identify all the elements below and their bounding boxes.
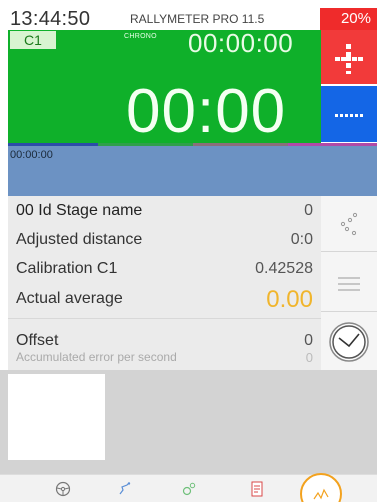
- tab-route[interactable]: [100, 475, 150, 502]
- offset-label: Offset: [16, 332, 59, 349]
- clock-icon: [329, 322, 369, 362]
- menu-lines-icon: [338, 277, 360, 290]
- graph-icon: [313, 488, 329, 500]
- list-button[interactable]: [321, 256, 377, 312]
- chrono-time-big: 00:00: [126, 77, 287, 146]
- calibration-row[interactable]: Calibration C1 0.42528: [8, 254, 321, 283]
- crosshair-dots-icon: [335, 44, 363, 74]
- adjusted-distance-value: 0:0: [290, 231, 313, 248]
- adjusted-distance-row[interactable]: Adjusted distance 0:0: [8, 225, 321, 254]
- tab-steering[interactable]: [38, 475, 88, 502]
- route-icon: [119, 482, 131, 495]
- tab-settings[interactable]: [164, 475, 214, 502]
- counter-badge[interactable]: C1: [10, 31, 56, 49]
- current-clock: 13:44:50: [10, 8, 91, 30]
- graph-time: 00:00:00: [10, 149, 53, 161]
- actual-average-row[interactable]: Actual average 0.00: [8, 283, 321, 319]
- ellipsis-button[interactable]: [321, 86, 377, 142]
- steering-wheel-icon: [55, 481, 71, 497]
- accumulated-error-label: Accumulated error per second: [16, 350, 177, 364]
- offset-row[interactable]: Offset 0 Accumulated error per second 0: [8, 330, 321, 370]
- stage-row[interactable]: 00 Id Stage name 0: [8, 196, 321, 225]
- chrono-label: CHRONO: [124, 33, 157, 40]
- chrono-time-small: 00:00:00: [188, 28, 294, 58]
- side-tool-column: [321, 196, 377, 370]
- status-header: 13:44:50 RALLYMETER PRO 11.5: [0, 0, 321, 30]
- battery-indicator: 20%: [320, 8, 377, 30]
- chrono-panel[interactable]: C1 CHRONO 00:00:00 00:00: [8, 28, 321, 146]
- tab-document[interactable]: [232, 475, 282, 502]
- dots-icon: [340, 212, 358, 235]
- info-panel: 00 Id Stage name 0 Adjusted distance 0:0…: [8, 196, 321, 370]
- actual-average-value: 0.00: [266, 286, 313, 313]
- calibration-label: Calibration C1: [16, 260, 118, 277]
- gear-icon: [182, 482, 196, 496]
- clock-button[interactable]: [321, 314, 377, 370]
- app-title: RALLYMETER PRO 11.5: [130, 12, 265, 26]
- blank-card[interactable]: [8, 374, 105, 460]
- dots-button[interactable]: [321, 196, 377, 252]
- actual-average-label: Actual average: [16, 290, 123, 307]
- adjusted-distance-label: Adjusted distance: [16, 231, 143, 248]
- graph-strip[interactable]: 00:00:00: [8, 146, 377, 196]
- crosshair-button[interactable]: [321, 30, 377, 84]
- calibration-value: 0.42528: [255, 260, 313, 277]
- accumulated-error-value: 0: [305, 350, 313, 365]
- document-icon: [251, 481, 263, 497]
- ellipsis-icon: [335, 114, 363, 117]
- offset-value: 0: [304, 332, 313, 349]
- stage-value: 0: [304, 202, 313, 219]
- stage-label: 00 Id Stage name: [16, 202, 143, 219]
